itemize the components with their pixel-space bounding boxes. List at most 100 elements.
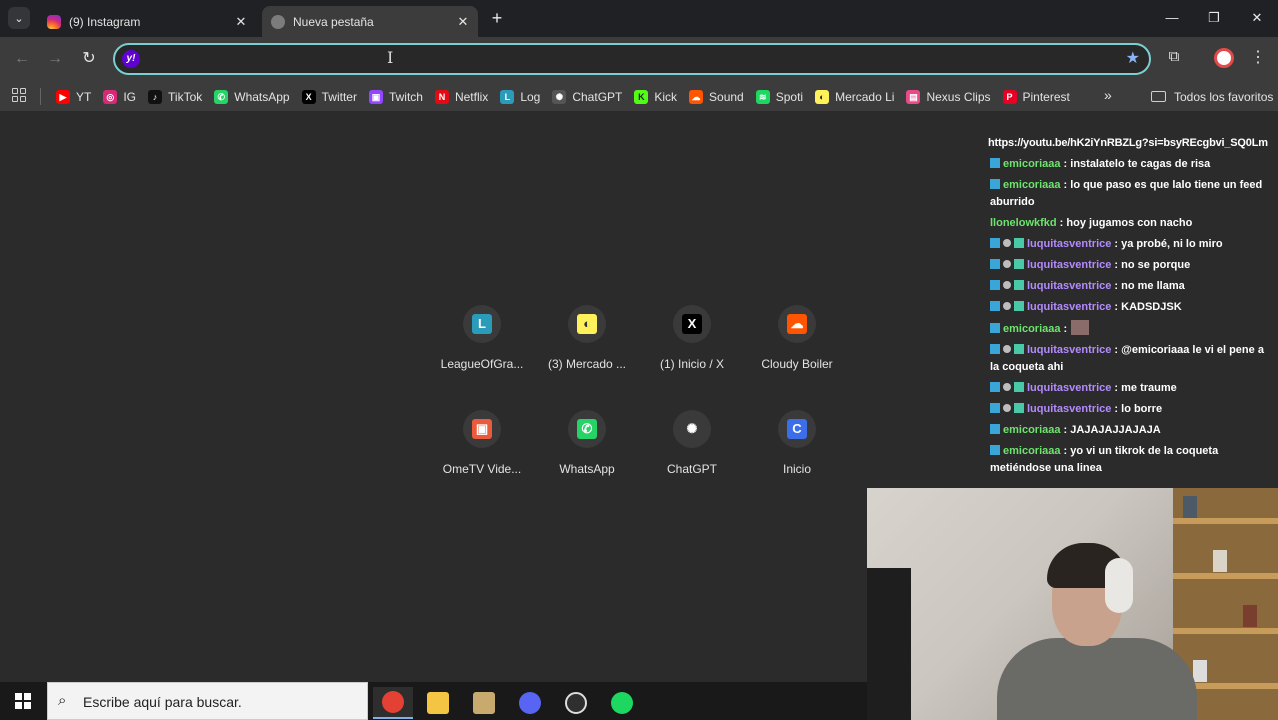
league-client-icon[interactable] — [464, 687, 504, 719]
shortcut-favicon-icon: L — [472, 314, 492, 334]
stream-chat-overlay: https://youtu.be/hK2iYnRBZLg?si=bsyREcgb… — [988, 135, 1276, 481]
bookmark-favicon-icon: ▣ — [368, 89, 383, 104]
chat-badge-icon — [1014, 382, 1024, 392]
address-input[interactable] — [149, 49, 1109, 69]
bookmark-spoti[interactable]: ≋ Spoti — [750, 85, 809, 109]
chat-username: luquitasventrice — [1027, 280, 1112, 292]
file-explorer-icon[interactable] — [418, 687, 458, 719]
windows-taskbar: ⌕ Escribe aquí para buscar. — [0, 682, 867, 720]
tab-instagram[interactable]: (9) Instagram ✕ — [38, 6, 256, 37]
profile-avatar[interactable] — [1214, 48, 1234, 68]
apps-grid-icon[interactable] — [12, 88, 26, 102]
minimize-icon[interactable]: — — [1157, 8, 1187, 28]
bookmarks-divider — [40, 88, 41, 105]
tab-search-chevron-down-icon[interactable]: ⌄ — [8, 7, 30, 29]
taskbar-app-glyph — [611, 692, 633, 714]
folder-icon — [1151, 91, 1166, 102]
shortcut-favicon-icon: ☁ — [787, 314, 807, 334]
reload-icon[interactable]: ↻ — [78, 48, 100, 70]
shortcut-icon-circle: ◐ — [568, 305, 606, 343]
address-bar[interactable]: y! I ★ — [113, 43, 1151, 75]
taskbar-app-glyph — [519, 692, 541, 714]
bookmark-chatgpt[interactable]: ✺ ChatGPT — [546, 85, 628, 109]
webcam-overlay — [867, 488, 1278, 720]
chat-badge-icon — [990, 323, 1000, 333]
discord-icon[interactable] — [510, 687, 550, 719]
chat-username: luquitasventrice — [1027, 344, 1112, 356]
bookmark-twitter[interactable]: X Twitter — [296, 85, 363, 109]
chat-message: luquitasventrice : lo borre — [988, 401, 1276, 418]
maximize-icon[interactable]: ❐ — [1199, 8, 1229, 28]
pc-tower — [867, 568, 911, 720]
menu-kebab-icon[interactable]: ⋮ — [1250, 47, 1266, 69]
tab-new-tab[interactable]: Nueva pestaña ✕ — [262, 6, 478, 37]
bookmark-nexus-clips[interactable]: ▤ Nexus Clips — [900, 85, 996, 109]
bookmark-favicon-icon: P — [1002, 89, 1017, 104]
chrome-icon[interactable] — [373, 687, 413, 719]
bookmark-twitch[interactable]: ▣ Twitch — [363, 85, 429, 109]
bookmark-label: Kick — [654, 89, 678, 104]
bookmark-list: ▶ YT ◎ IG ♪ TikTok ✆ WhatsApp X Twitter ▣ Twitch N Ne… — [50, 81, 1076, 112]
shortcut-tile[interactable]: C Inicio — [741, 410, 853, 510]
shortcut-tile[interactable]: ◐ (3) Mercado ... — [531, 305, 643, 405]
chat-badge-icon — [990, 403, 1000, 413]
bookmark-whatsapp[interactable]: ✆ WhatsApp — [208, 85, 295, 109]
bookmark-netflix[interactable]: N Netflix — [429, 85, 494, 109]
shortcut-icon-circle: L — [463, 305, 501, 343]
shortcut-favicon-icon: C — [787, 419, 807, 439]
taskbar-app-glyph — [565, 692, 587, 714]
shortcut-favicon-icon: ✆ — [577, 419, 597, 439]
new-tab-plus-icon[interactable]: + — [486, 8, 508, 30]
shortcut-tile[interactable]: ✺ ChatGPT — [636, 410, 748, 510]
tab-close-icon[interactable]: ✕ — [232, 14, 250, 30]
shortcut-tile[interactable]: X (1) Inicio / X — [636, 305, 748, 405]
chat-message: luquitasventrice : @emicoriaaa le vi el … — [988, 342, 1276, 376]
chat-text: : lo borre — [1111, 403, 1163, 415]
bookmark-sound[interactable]: ☁ Sound — [683, 85, 750, 109]
bookmark-kick[interactable]: K Kick — [628, 85, 683, 109]
taskbar-search[interactable]: ⌕ Escribe aquí para buscar. — [47, 682, 368, 720]
close-window-icon[interactable]: ✕ — [1242, 8, 1272, 28]
yahoo-icon: y! — [122, 50, 140, 68]
back-arrow-icon[interactable]: ← — [11, 48, 33, 70]
tab-close-icon[interactable]: ✕ — [454, 14, 472, 30]
extensions-puzzle-icon[interactable]: ⧉ — [1164, 48, 1184, 68]
bookmark-yt[interactable]: ▶ YT — [50, 85, 97, 109]
bookmark-star-icon[interactable]: ★ — [1126, 48, 1140, 68]
chat-username: emicoriaaa — [1003, 323, 1061, 335]
chat-message: luquitasventrice : no se porque — [988, 257, 1276, 274]
shortcut-tile[interactable]: L LeagueOfGra... — [426, 305, 538, 405]
bookmark-pinterest[interactable]: P Pinterest — [997, 85, 1076, 109]
shortcut-label: (1) Inicio / X — [659, 357, 725, 371]
chat-text: : no se porque — [1111, 259, 1191, 271]
all-bookmarks-folder[interactable]: Todos los favoritos — [1151, 81, 1273, 112]
obs-icon[interactable] — [556, 687, 596, 719]
shortcut-icon-circle: C — [778, 410, 816, 448]
shortcut-tile[interactable]: ▣ OmeTV Vide... — [426, 410, 538, 510]
chat-username: llonelowkfkd — [990, 217, 1057, 229]
bookmark-label: Twitter — [321, 89, 357, 104]
shortcut-favicon-icon: ▣ — [472, 419, 492, 439]
bookmark-tiktok[interactable]: ♪ TikTok — [142, 85, 208, 109]
bookmark-ig[interactable]: ◎ IG — [97, 85, 142, 109]
shortcut-tile[interactable]: ✆ WhatsApp — [531, 410, 643, 510]
spotify-icon[interactable] — [602, 687, 642, 719]
chat-message: emicoriaaa : JAJAJAJJAJAJA — [988, 422, 1276, 439]
folder-label: Todos los favoritos — [1174, 89, 1274, 104]
more-bookmarks-chevron-icon[interactable]: » — [1104, 87, 1112, 103]
chat-username: emicoriaaa — [1003, 424, 1061, 436]
forward-arrow-icon[interactable]: → — [44, 48, 66, 70]
bookmark-mercado-li[interactable]: ◐ Mercado Li — [809, 85, 900, 109]
shortcut-label: (3) Mercado ... — [547, 357, 627, 371]
toolbar: ← → ↻ y! I ★ ⧉ ⋮ — [0, 37, 1278, 81]
windows-start-icon[interactable] — [15, 693, 31, 709]
chat-badge-icon — [1003, 383, 1011, 391]
chat-username: luquitasventrice — [1027, 382, 1112, 394]
shortcut-icon-circle: ✆ — [568, 410, 606, 448]
chat-badge-icon — [990, 301, 1000, 311]
bookmark-favicon-icon: ◐ — [815, 89, 830, 104]
taskbar-search-placeholder: Escribe aquí para buscar. — [83, 694, 242, 710]
bookmark-log[interactable]: L Log — [494, 85, 546, 109]
chat-badge-icon — [1014, 403, 1024, 413]
shortcut-tile[interactable]: ☁ Cloudy Boiler — [741, 305, 853, 405]
